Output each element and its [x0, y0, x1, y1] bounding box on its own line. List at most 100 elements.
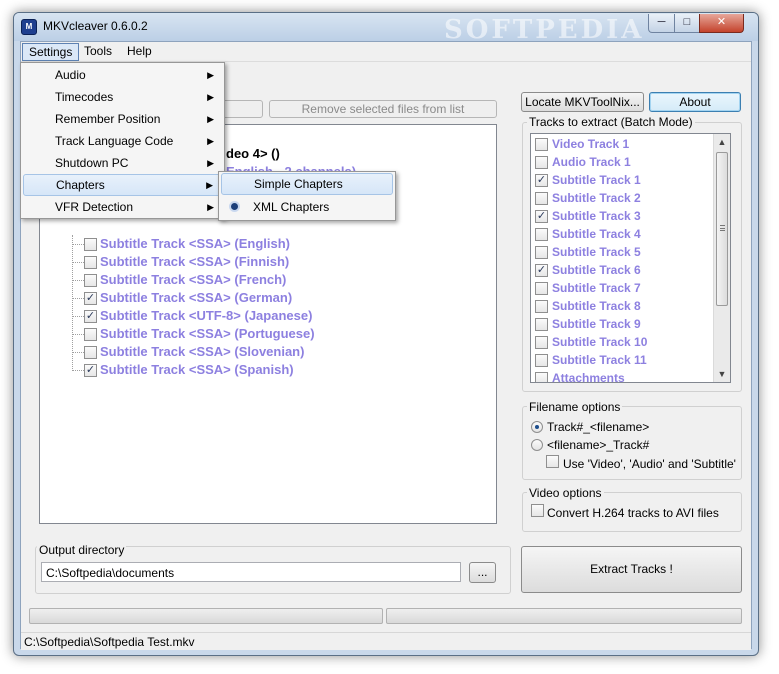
- list-item[interactable]: ✓ Subtitle Track 1: [533, 171, 711, 189]
- tree-connector: [72, 280, 84, 281]
- close-button[interactable]: ✕: [699, 14, 744, 33]
- track-label: Subtitle Track 7: [552, 281, 641, 295]
- tree-row-checkbox[interactable]: ✓: [84, 364, 97, 377]
- tree-row-video[interactable]: deo 4> (): [226, 145, 280, 163]
- about-button[interactable]: About: [649, 92, 741, 112]
- tracks-scrollbar[interactable]: ▲ ▼: [713, 134, 730, 382]
- track-label: Subtitle Track 3: [552, 209, 641, 223]
- track-checkbox[interactable]: [535, 354, 548, 367]
- title-bar[interactable]: M MKVcleaver 0.6.0.2 SOFTPEDIA ─ □ ✕: [14, 13, 758, 45]
- menu-item-label: Timecodes: [55, 90, 114, 104]
- menu-item-label: Chapters: [56, 178, 105, 192]
- radio-filename-track[interactable]: [531, 439, 543, 451]
- menu-item-shutdown-pc[interactable]: Shutdown PC ▶: [23, 152, 222, 174]
- track-checkbox[interactable]: [535, 156, 548, 169]
- track-checkbox[interactable]: [535, 228, 548, 241]
- browse-button[interactable]: ...: [469, 562, 496, 583]
- status-bar: C:\Softpedia\Softpedia Test.mkv: [21, 632, 751, 650]
- tree-row-checkbox[interactable]: [84, 274, 97, 287]
- list-item[interactable]: ✓ Subtitle Track 6: [533, 261, 711, 279]
- use-names-checkbox[interactable]: [546, 455, 559, 468]
- progress-bar-right: [386, 608, 742, 624]
- menu-help[interactable]: Help: [121, 43, 158, 61]
- use-names-label: Use 'Video', 'Audio' and 'Subtitle': [563, 457, 736, 471]
- track-checkbox[interactable]: ✓: [535, 210, 548, 223]
- radio-bullet-icon: [231, 203, 238, 210]
- track-label: Video Track 1: [552, 137, 630, 151]
- list-item[interactable]: Subtitle Track 2: [533, 189, 711, 207]
- track-label: Subtitle Track 10: [552, 335, 648, 349]
- track-checkbox[interactable]: [535, 138, 548, 151]
- list-item[interactable]: Subtitle Track 11: [533, 351, 711, 369]
- menu-item-label: Shutdown PC: [55, 156, 129, 170]
- menu-item-label: Track Language Code: [55, 134, 174, 148]
- extract-tracks-button[interactable]: Extract Tracks !: [521, 546, 742, 593]
- tree-connector: [72, 235, 73, 371]
- menu-item-timecodes[interactable]: Timecodes ▶: [23, 86, 222, 108]
- video-options-title: Video options: [527, 486, 604, 500]
- track-checkbox[interactable]: [535, 192, 548, 205]
- submenu-arrow-icon: ▶: [207, 70, 214, 80]
- scroll-up-icon[interactable]: ▲: [714, 134, 730, 150]
- submenu-item-simple-chapters[interactable]: Simple Chapters: [221, 173, 393, 195]
- tree-row-checkbox[interactable]: ✓: [84, 310, 97, 323]
- tree-connector: [72, 352, 84, 353]
- submenu-item-xml-chapters[interactable]: XML Chapters: [221, 196, 393, 218]
- list-item[interactable]: Subtitle Track 4: [533, 225, 711, 243]
- status-text: C:\Softpedia\Softpedia Test.mkv: [24, 635, 195, 649]
- track-checkbox[interactable]: [535, 246, 548, 259]
- menu-item-audio[interactable]: Audio ▶: [23, 64, 222, 86]
- menu-item-vfr-detection[interactable]: VFR Detection ▶: [23, 196, 222, 218]
- list-item[interactable]: Subtitle Track 10: [533, 333, 711, 351]
- track-label: Subtitle Track 5: [552, 245, 641, 259]
- tree-connector: [72, 262, 84, 263]
- output-path-input[interactable]: C:\Softpedia\documents: [41, 562, 461, 582]
- tree-connector: [72, 316, 84, 317]
- list-item[interactable]: Subtitle Track 7: [533, 279, 711, 297]
- track-checkbox[interactable]: [535, 336, 548, 349]
- menu-settings[interactable]: Settings: [22, 43, 80, 61]
- tree-row-label: Subtitle Track <SSA> (English): [100, 236, 290, 251]
- minimize-button[interactable]: ─: [648, 14, 675, 33]
- list-item[interactable]: Video Track 1: [533, 135, 711, 153]
- scroll-down-icon[interactable]: ▼: [714, 366, 730, 382]
- tree-row-label: Subtitle Track <UTF-8> (Japanese): [100, 308, 313, 323]
- track-checkbox[interactable]: [535, 372, 548, 382]
- tree-row-checkbox[interactable]: ✓: [84, 292, 97, 305]
- track-checkbox[interactable]: [535, 318, 548, 331]
- tree-row-label: Subtitle Track <SSA> (German): [100, 290, 293, 305]
- locate-mkvtoolnix-button[interactable]: Locate MKVToolNix...: [521, 92, 644, 112]
- menu-tools[interactable]: Tools: [78, 43, 118, 61]
- tree-row-checkbox[interactable]: [84, 346, 97, 359]
- track-checkbox[interactable]: [535, 300, 548, 313]
- tree-row-checkbox[interactable]: [84, 256, 97, 269]
- tree-row-label: Subtitle Track <SSA> (Portuguese): [100, 326, 315, 341]
- track-checkbox[interactable]: ✓: [535, 174, 548, 187]
- track-label: Attachments: [552, 371, 625, 383]
- list-item[interactable]: Attachments: [533, 369, 711, 383]
- list-item[interactable]: Subtitle Track 5: [533, 243, 711, 261]
- remove-selected-button[interactable]: Remove selected files from list: [269, 100, 497, 118]
- scroll-thumb[interactable]: [716, 152, 728, 306]
- left-action-button[interactable]: [221, 100, 263, 118]
- tree-row-checkbox[interactable]: [84, 328, 97, 341]
- tree-row-label: Subtitle Track <SSA> (Slovenian): [100, 344, 305, 359]
- track-checkbox[interactable]: ✓: [535, 264, 548, 277]
- tracks-list[interactable]: Video Track 1 Audio Track 1 ✓ Subtitle Trac…: [530, 133, 731, 383]
- tree-row-label: Subtitle Track <SSA> (Spanish): [100, 362, 294, 377]
- radio-track-filename[interactable]: [531, 421, 543, 433]
- list-item[interactable]: Subtitle Track 9: [533, 315, 711, 333]
- tree-row-checkbox[interactable]: [84, 238, 97, 251]
- list-item[interactable]: Subtitle Track 8: [533, 297, 711, 315]
- menu-item-remember-position[interactable]: Remember Position ▶: [23, 108, 222, 130]
- list-item[interactable]: Audio Track 1: [533, 153, 711, 171]
- menu-item-chapters[interactable]: Chapters ▶: [23, 174, 222, 196]
- track-checkbox[interactable]: [535, 282, 548, 295]
- menu-item-label: Audio: [55, 68, 86, 82]
- menu-item-track-language-code[interactable]: Track Language Code ▶: [23, 130, 222, 152]
- convert-h264-checkbox[interactable]: [531, 504, 544, 517]
- filename-options-title: Filename options: [527, 400, 623, 414]
- tree-connector: [72, 244, 84, 245]
- list-item[interactable]: ✓ Subtitle Track 3: [533, 207, 711, 225]
- maximize-button[interactable]: □: [674, 14, 700, 33]
